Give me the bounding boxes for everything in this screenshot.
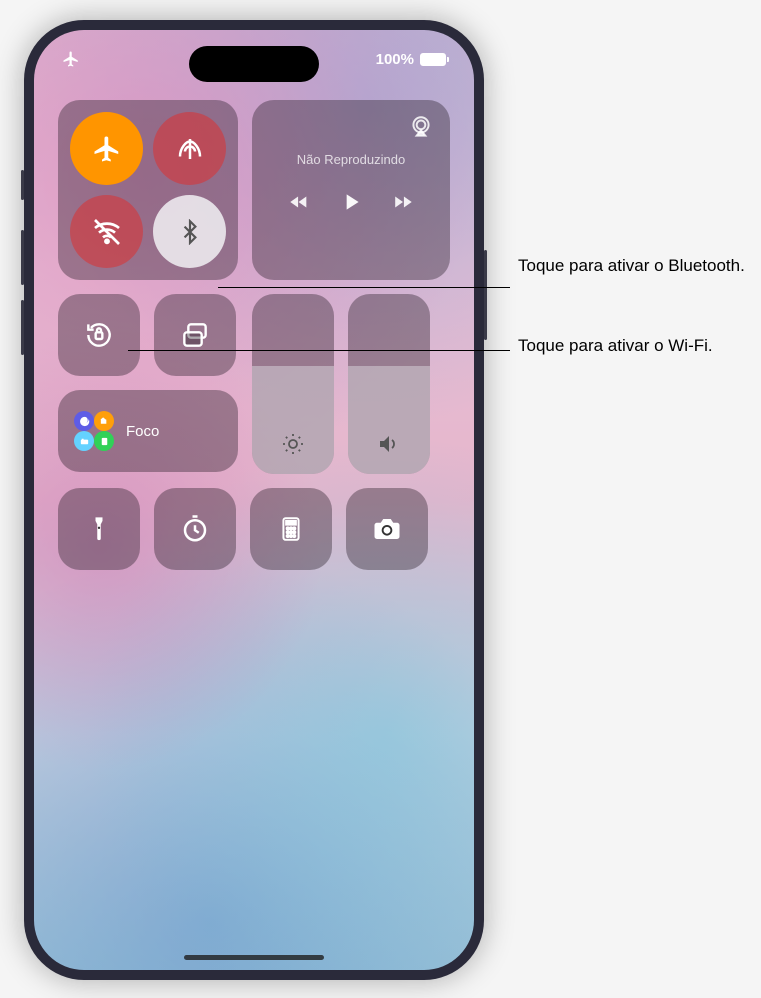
volume-icon bbox=[377, 432, 401, 456]
media-player-tile[interactable]: Não Reproduzindo bbox=[252, 100, 450, 280]
battery-percent: 100% bbox=[376, 51, 414, 68]
callout-line-bluetooth bbox=[218, 287, 510, 288]
camera-button[interactable] bbox=[346, 488, 428, 570]
callout-bluetooth: Toque para ativar o Bluetooth. bbox=[518, 255, 748, 278]
home-indicator[interactable] bbox=[184, 955, 324, 960]
focus-modes-icon bbox=[74, 411, 114, 451]
timer-button[interactable] bbox=[154, 488, 236, 570]
next-track-button[interactable] bbox=[392, 191, 414, 213]
focus-label: Foco bbox=[126, 423, 159, 440]
previous-track-button[interactable] bbox=[288, 191, 310, 213]
airplane-mode-button[interactable] bbox=[70, 112, 143, 185]
brightness-slider[interactable] bbox=[252, 294, 334, 474]
control-center: Não Reproduzindo bbox=[58, 100, 450, 584]
connectivity-group bbox=[58, 100, 238, 280]
focus-button[interactable]: Foco bbox=[58, 390, 238, 472]
callout-wifi: Toque para ativar o Wi-Fi. bbox=[518, 335, 748, 358]
now-playing-label: Não Reproduzindo bbox=[268, 152, 434, 167]
calculator-button[interactable] bbox=[250, 488, 332, 570]
airplay-button[interactable] bbox=[408, 114, 436, 142]
wifi-button[interactable] bbox=[70, 195, 143, 268]
flashlight-button[interactable] bbox=[58, 488, 140, 570]
brightness-icon bbox=[281, 432, 305, 456]
battery-icon bbox=[420, 53, 446, 66]
play-button[interactable] bbox=[338, 189, 364, 215]
phone-frame: 100% bbox=[24, 20, 484, 980]
screen: 100% bbox=[34, 30, 474, 970]
callout-line-wifi bbox=[128, 350, 510, 351]
volume-slider[interactable] bbox=[348, 294, 430, 474]
cellular-data-button[interactable] bbox=[153, 112, 226, 185]
dynamic-island bbox=[189, 46, 319, 82]
bluetooth-button[interactable] bbox=[153, 195, 226, 268]
airplane-status-icon bbox=[62, 50, 80, 68]
screen-mirroring-button[interactable] bbox=[154, 294, 236, 376]
orientation-lock-button[interactable] bbox=[58, 294, 140, 376]
